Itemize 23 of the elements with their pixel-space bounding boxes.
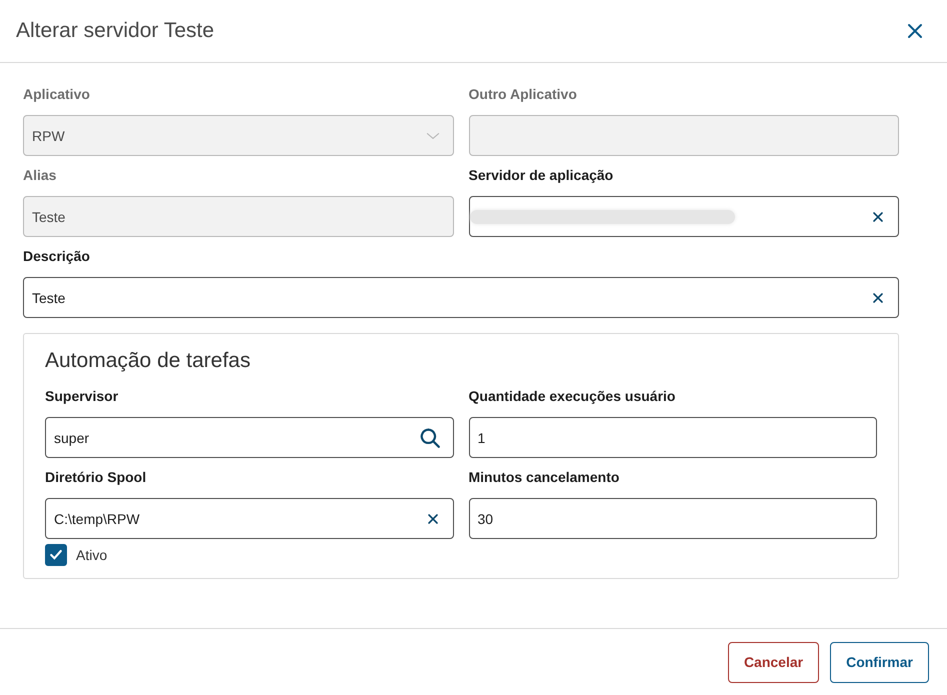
field-label: Outro Aplicativo [468, 87, 577, 101]
input-field[interactable]: C:\temp\RPW [45, 498, 454, 539]
checkbox[interactable] [45, 544, 67, 566]
confirm-button[interactable]: Confirmar [830, 642, 929, 682]
input-field[interactable]: 30 [468, 498, 877, 539]
close-icon[interactable] [905, 21, 925, 41]
field-label: Supervisor [45, 389, 118, 403]
section-title: Automação de tarefas [45, 349, 250, 373]
search-field[interactable]: super [45, 417, 454, 458]
checkbox-label: Ativo [76, 547, 108, 563]
field-label: Descrição [23, 249, 90, 263]
input-field[interactable] [468, 196, 899, 237]
field-label: Quantidade execuções usuário [468, 389, 676, 403]
dialog-title: Alterar servidor Teste [16, 19, 214, 43]
field-label: Minutos cancelamento [468, 470, 620, 484]
field-label: Aplicativo [23, 87, 90, 101]
input-field[interactable]: 1 [468, 417, 877, 458]
field-label: Servidor de aplicação [468, 168, 614, 182]
field-label: Diretório Spool [45, 470, 146, 484]
cancel-button[interactable]: Cancelar [728, 642, 820, 682]
search-icon[interactable] [418, 426, 440, 448]
field-label: Alias [23, 168, 56, 182]
input-field[interactable]: Teste [23, 277, 899, 318]
